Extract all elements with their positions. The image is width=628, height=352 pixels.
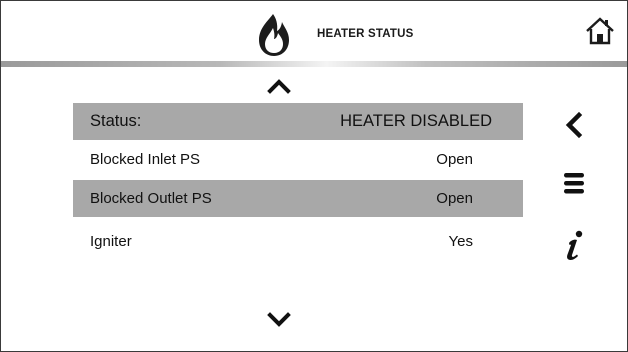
home-icon	[586, 17, 614, 45]
blocked-inlet-value: Open	[436, 151, 473, 168]
blocked-inlet-row: Blocked Inlet PS Open	[73, 141, 523, 178]
scroll-up-button[interactable]	[261, 75, 297, 97]
heater-status-screen: HEATER STATUS Status: HEATER DISABLED Bl…	[0, 0, 628, 352]
chevron-down-icon	[267, 312, 291, 327]
flame-icon	[254, 11, 294, 59]
igniter-label: Igniter	[90, 233, 132, 250]
status-value: HEATER DISABLED	[340, 112, 492, 130]
menu-button[interactable]	[557, 165, 593, 201]
header-bar: HEATER STATUS	[1, 1, 627, 61]
blocked-outlet-row: Blocked Outlet PS Open	[73, 180, 523, 217]
menu-icon	[564, 173, 584, 194]
status-row: Status: HEATER DISABLED	[73, 103, 523, 140]
back-button[interactable]	[557, 107, 593, 143]
home-button[interactable]	[584, 15, 616, 47]
page-title: HEATER STATUS	[317, 28, 414, 40]
info-button[interactable]	[557, 227, 593, 263]
chevron-up-icon	[267, 79, 291, 94]
info-icon	[567, 230, 583, 261]
igniter-value: Yes	[448, 233, 473, 250]
status-label: Status:	[90, 112, 142, 130]
back-arrow-icon	[565, 111, 583, 139]
igniter-row: Igniter Yes	[73, 223, 523, 260]
scroll-down-button[interactable]	[261, 308, 297, 330]
blocked-outlet-label: Blocked Outlet PS	[90, 190, 212, 207]
blocked-outlet-value: Open	[436, 190, 473, 207]
header-divider	[1, 61, 627, 67]
blocked-inlet-label: Blocked Inlet PS	[90, 151, 201, 168]
